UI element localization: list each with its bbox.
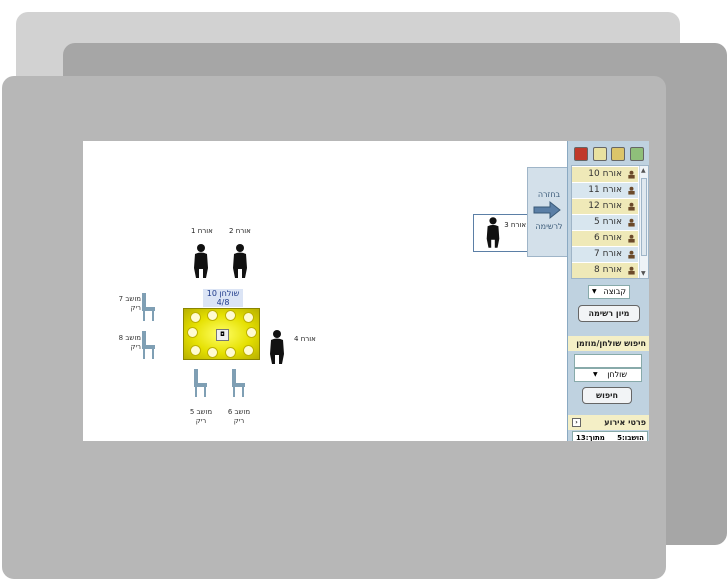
guest-figure-icon [486,217,500,248]
collapse-icon[interactable]: ‹ [572,418,581,427]
list-item[interactable]: אורח 12 [572,199,638,214]
group-select-value: קבוצה [603,287,626,296]
empty-chair-icon[interactable] [229,368,247,398]
guest-icon [628,234,635,243]
guest-icon [628,250,635,259]
seat-name: מושב 7 [118,295,141,303]
guest-icon [628,218,635,227]
seat-label: מושב 6 ריק [221,408,257,426]
empty-chair-icon[interactable] [191,368,209,398]
list-item-label: אורח 7 [593,249,622,259]
search-type-value: שולחן [607,370,627,379]
event-details-title: פרטי אירוע ‹ [568,415,649,430]
list-item[interactable]: אורח 5 [572,215,638,230]
dragged-guest[interactable]: אורח 3 [473,214,529,252]
guest-edit-icon[interactable] [611,147,626,161]
plate [207,347,218,358]
group-select[interactable]: קבוצה ▼ [588,285,630,299]
sort-list-button[interactable]: מיון רשימה [578,305,640,322]
total-count: מתוך:13 [576,434,605,441]
list-item-label: אורח 8 [593,265,622,275]
plate [225,310,236,321]
plate [207,310,218,321]
plate [243,345,254,356]
guest-figure-icon[interactable] [230,243,250,279]
guest-icon [628,186,635,195]
seat-status: ריק [130,304,141,312]
dragged-guest-label: אורח 3 [504,221,526,229]
seat-status: ריק [233,417,245,425]
plate [190,345,201,356]
table-name: שולחן 10 [206,289,240,298]
seat-label: מושב 8 ריק [105,334,141,352]
empty-chair-icon[interactable] [139,330,157,360]
seat-name: מושב 8 [118,334,141,342]
event-details-label: פרטי אירוע [604,418,646,427]
list-item-label: אורח 12 [588,201,622,211]
guest-figure-icon[interactable] [191,243,211,279]
list-item[interactable]: אורח 11 [572,183,638,198]
plate [243,312,254,323]
scroll-thumb[interactable] [641,178,647,256]
list-item[interactable]: אורח 7 [572,247,638,262]
plate [187,327,198,338]
table-lock-icon[interactable]: ◘ [216,329,229,341]
table-title: שולחן 10 4/8 [203,289,243,307]
seated-count: הושבו:5 [617,434,644,441]
search-section-title: חיפוש שולחן/מוזמן [568,336,649,351]
plate [190,312,201,323]
guest-icon [628,202,635,211]
list-item-label: אורח 11 [588,185,622,195]
table-capacity: 4/8 [216,298,230,307]
back-to-list-panel[interactable]: בחזרה לרשימה [527,167,570,257]
seat-name: מושב 6 [227,408,251,416]
plate [246,327,257,338]
scroll-down-icon[interactable]: ▼ [641,270,646,277]
sidebar: אורח 10 אורח 11 אורח 12 אורח 5 אורח 6 או… [567,141,649,441]
guest-label: אורח 2 [229,227,251,235]
list-item[interactable]: אורח 10 [572,167,638,182]
seating-canvas[interactable]: אורח 1 אורח 2 אורח 4 מושב 7 ריק מושב 8 ר… [83,141,570,441]
list-item-label: אורח 5 [593,217,622,227]
seat-status: ריק [130,343,141,351]
chevron-down-icon: ▼ [593,371,598,378]
seat-label: מושב 5 ריק [183,408,219,426]
seat-status: ריק [195,417,207,425]
guest-red-icon[interactable] [574,147,589,161]
back-line-2: לרשימה [535,222,563,231]
seating-app: אורח 1 אורח 2 אורח 4 מושב 7 ריק מושב 8 ר… [83,141,649,441]
plate [225,347,236,358]
empty-chair-icon[interactable] [139,292,157,322]
arrow-right-icon [533,200,561,220]
list-item-label: אורח 6 [593,233,622,243]
list-item[interactable]: אורח 8 [572,263,638,278]
sidebar-toolbar [572,145,646,163]
scroll-up-icon[interactable]: ▲ [641,167,646,174]
guest-add-icon[interactable] [592,147,607,161]
table-10[interactable]: ◘ [183,308,260,360]
list-scrollbar[interactable]: ▲ ▼ [639,166,648,278]
guest-icon [628,266,635,275]
event-stats: הושבו:5 מתוך:13 [572,431,648,441]
list-item[interactable]: אורח 6 [572,231,638,246]
chevron-down-icon: ▼ [592,288,597,295]
list-item-label: אורח 10 [588,169,622,179]
back-line-1: בחזרה [537,190,561,199]
guest-figure-icon[interactable] [267,329,287,365]
guest-label: אורח 1 [191,227,213,235]
guest-list[interactable]: אורח 10 אורח 11 אורח 12 אורח 5 אורח 6 או… [571,165,649,279]
table-icon[interactable] [629,147,644,161]
guest-label: אורח 4 [294,335,316,343]
search-input[interactable] [574,354,642,368]
seat-name: מושב 5 [189,408,213,416]
seat-label: מושב 7 ריק [105,295,141,313]
search-type-select[interactable]: שולחן ▼ [574,368,642,382]
search-button[interactable]: חיפוש [582,387,632,404]
guest-icon [628,170,635,179]
